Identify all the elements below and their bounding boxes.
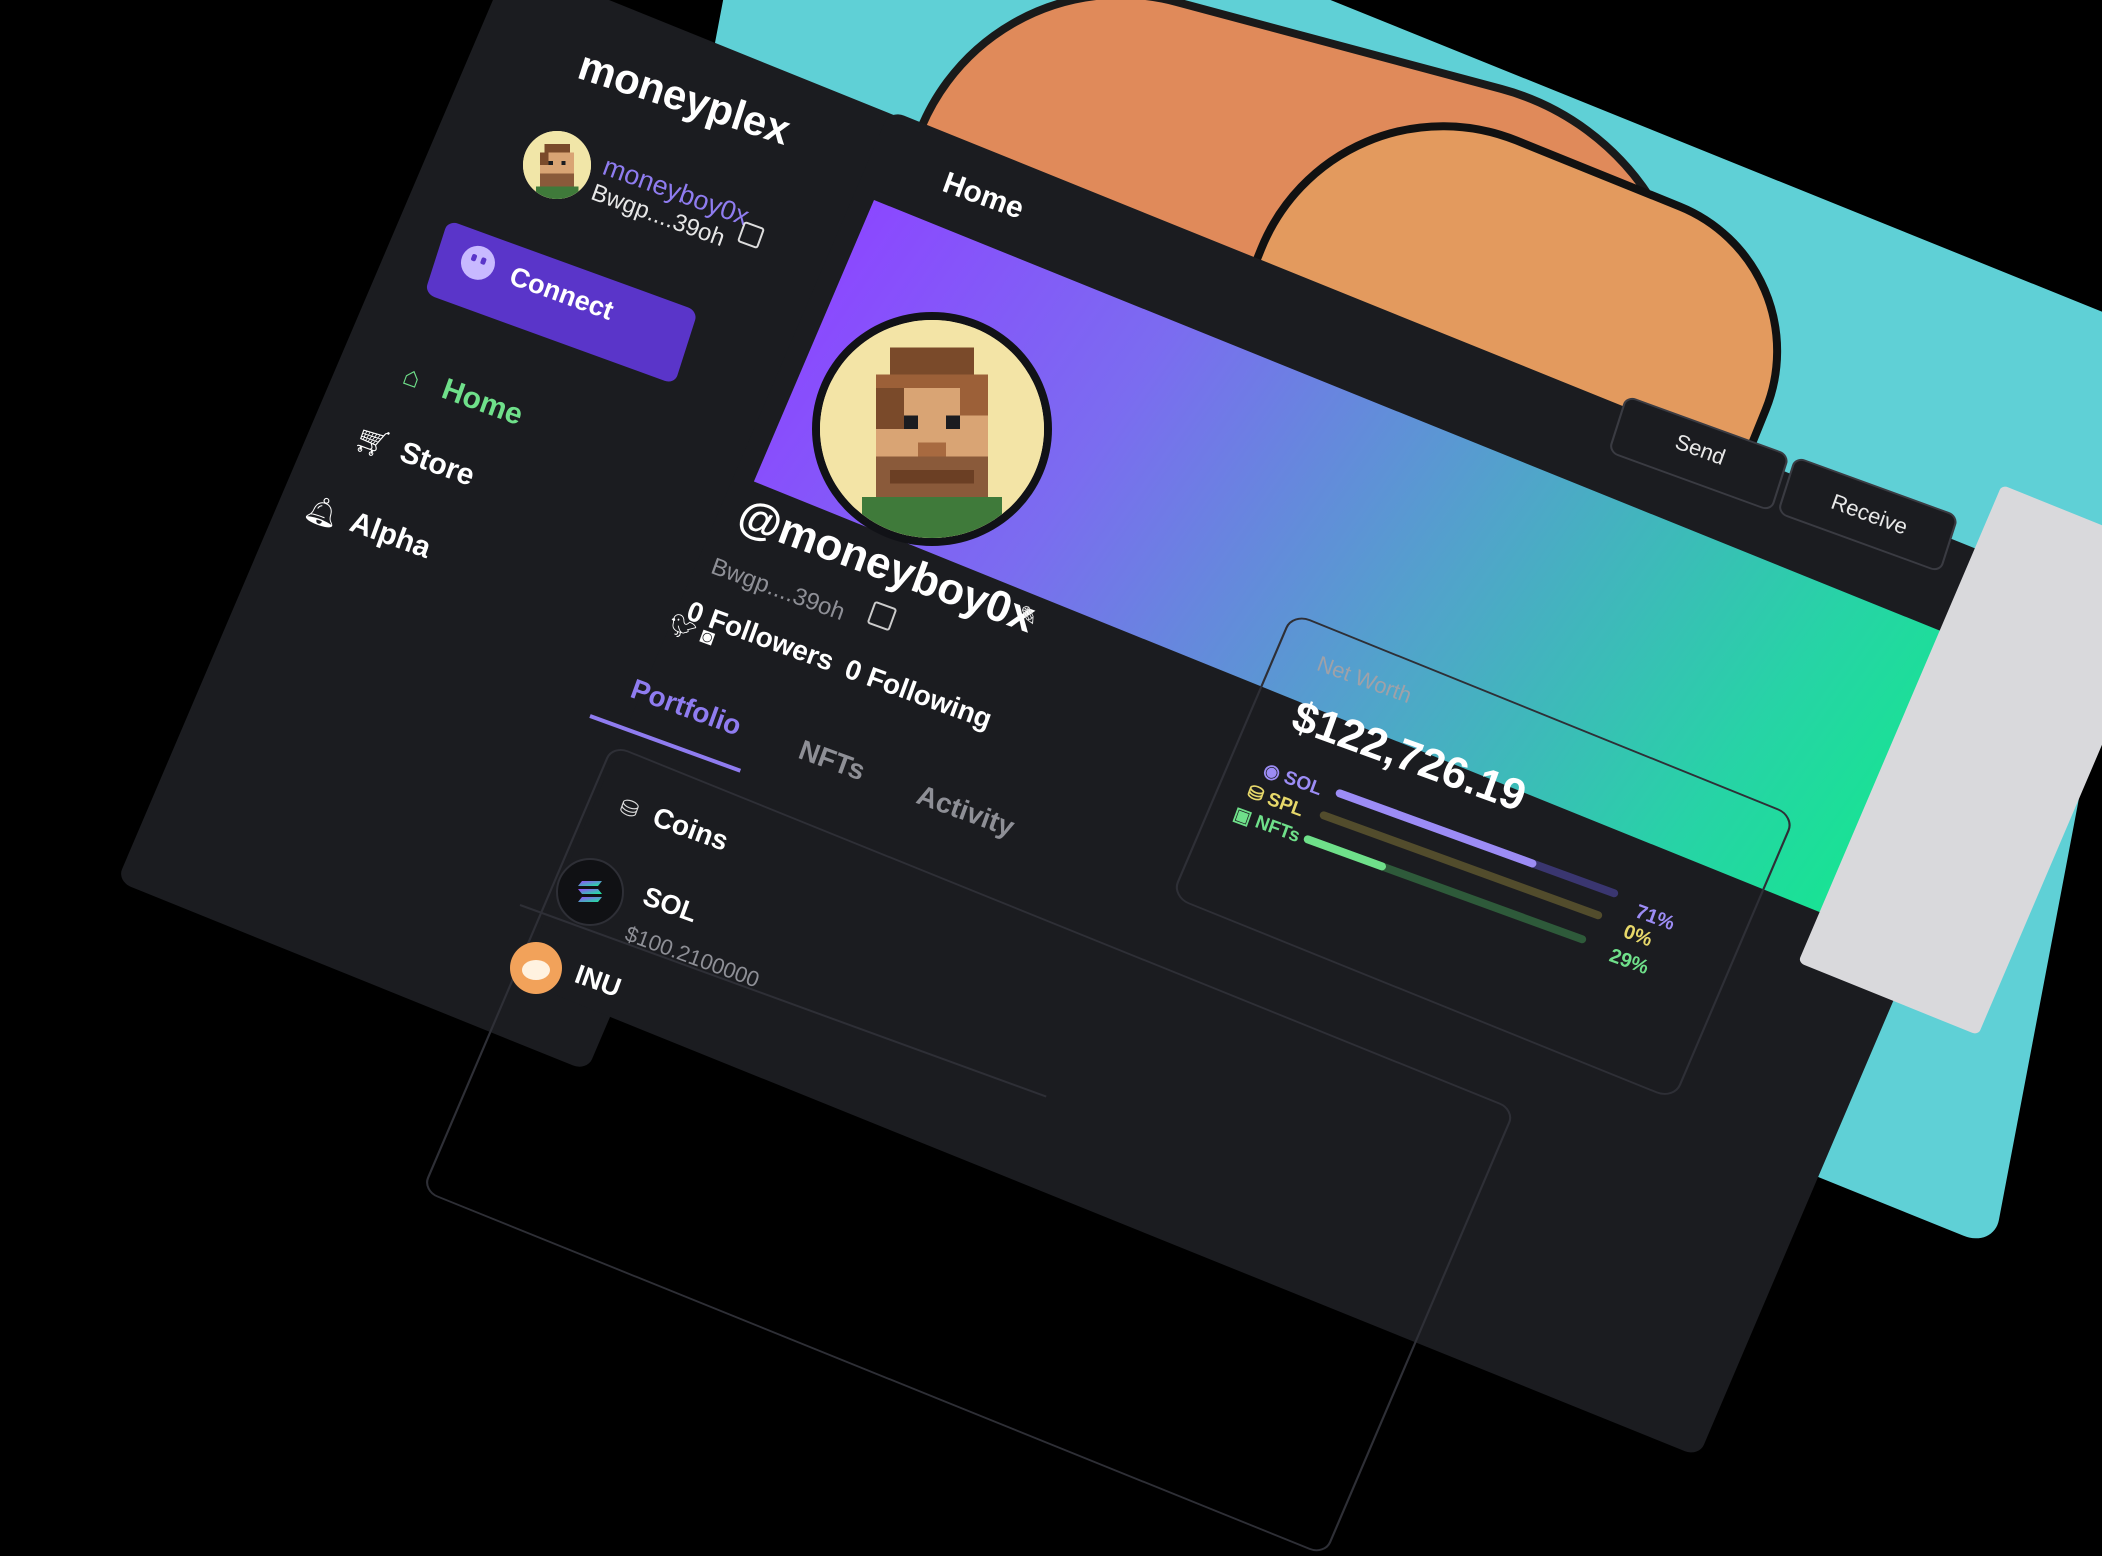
avatar[interactable] xyxy=(520,128,594,202)
sol-logo-icon xyxy=(556,858,624,926)
inu-logo-icon xyxy=(510,942,562,994)
profile-avatar xyxy=(812,312,1052,546)
